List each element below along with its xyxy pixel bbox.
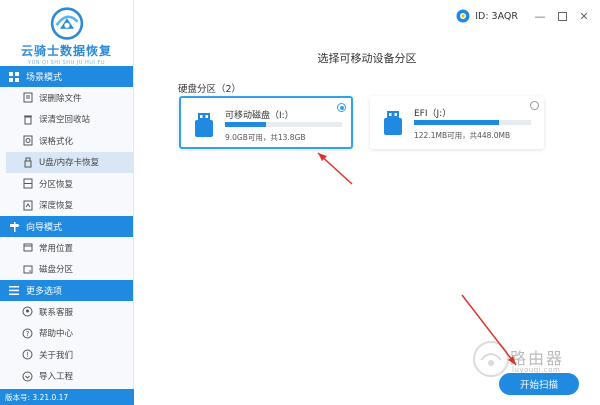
minimize-icon[interactable]: — [534,10,546,23]
sidebar-item-common-locations[interactable]: 常用位置 [0,237,133,259]
start-scan-button[interactable]: 开始扫描 [499,373,579,395]
sidebar-item-recycle-bin[interactable]: 误清空回收站 [0,109,133,131]
sidebar-item-partition-recovery[interactable]: 分区恢复 [0,173,133,195]
section-header-wizard: 向导模式 [0,216,133,237]
section-title: 向导模式 [26,223,63,233]
partition-usage-fill [414,120,500,125]
partition-name: EFI（J:） [414,109,452,119]
sidebar: 云骑士数据恢复 YUN QI SHI SHU JU HUI FU 场景模式 误删… [0,0,134,405]
user-id[interactable]: ID: 3AQR [456,9,518,23]
partition-usage-bar [225,122,342,127]
sidebar-item-label: 误删除文件 [39,93,82,104]
signpost-icon [8,221,20,233]
app-name-sub: YUN QI SHI SHU JU HUI FU [28,60,105,66]
app-name: 云骑士数据恢复 [20,44,112,58]
partition-radio[interactable] [337,103,346,112]
sidebar-item-label: 常用位置 [39,243,74,254]
menu-icon [8,285,20,297]
location-icon [22,242,33,253]
sidebar-item-label: 导入工程 [39,372,74,383]
partition-group-label: 硬盘分区（2） [178,84,242,95]
logo-mark-icon [50,7,83,40]
recycle-bin-icon [22,114,33,125]
support-icon [22,306,33,317]
partition-card-removable[interactable]: 可移动磁盘（I:） 9.0GB可用，共13.8GB [179,96,353,149]
app-logo: 云骑士数据恢复 YUN QI SHI SHU JU HUI FU [0,0,133,66]
close-icon[interactable]: ✕ [578,10,590,23]
grid-icon [8,71,20,83]
sidebar-item-help-center[interactable]: ? 帮助中心 [0,323,133,345]
title-bar: ID: 3AQR — ✕ [134,0,600,32]
usb-drive-icon [195,113,213,137]
sidebar-item-deep-recovery[interactable]: 深度恢复 [0,195,133,217]
partition-usage-fill [225,122,266,127]
user-id-text: ID: 3AQR [475,10,518,22]
section-header-scene: 场景模式 [0,66,133,87]
maximize-icon[interactable] [556,10,568,22]
sidebar-item-deleted-files[interactable]: 误删除文件 [0,87,133,109]
sidebar-item-usb-recovery[interactable]: U盘/内存卡恢复 [6,151,133,173]
info-icon: ! [22,349,33,360]
svg-text:!: ! [26,351,29,359]
partition-card-efi[interactable]: EFI（J:） 122.1MB可用，共448.0MB [370,96,544,149]
format-icon [22,135,33,146]
partition-capacity: 122.1MB可用，共448.0MB [414,131,511,140]
help-icon: ? [22,328,33,339]
sidebar-item-about-us[interactable]: ! 关于我们 [0,344,133,366]
sidebar-item-label: 磁盘分区 [39,265,74,276]
sidebar-item-label: 误格式化 [39,136,74,147]
svg-text:?: ? [26,330,30,338]
section-title: 更多选项 [26,287,63,297]
delete-file-icon [22,92,33,103]
sidebar-item-contact-support[interactable]: 联系客服 [0,301,133,323]
page-title: 选择可移动设备分区 [317,52,417,65]
partition-capacity: 9.0GB可用，共13.8GB [225,133,306,142]
user-avatar-icon [456,9,470,23]
partition-icon [22,178,33,189]
sidebar-item-label: 联系客服 [39,307,74,318]
sidebar-item-label: 误清空回收站 [39,115,91,126]
sidebar-item-label: 深度恢复 [39,201,74,212]
sidebar-item-label: 帮助中心 [39,329,74,340]
section-title: 场景模式 [26,73,63,83]
deep-scan-icon [22,200,33,211]
sidebar-item-format[interactable]: 误格式化 [0,130,133,152]
partition-name: 可移动磁盘（I:） [225,111,294,121]
sidebar-item-label: 分区恢复 [39,179,74,190]
version-label: 版本号: 3.21.0.17 [0,389,134,405]
sidebar-item-label: 关于我们 [39,350,74,361]
sidebar-item-import-project[interactable]: 导入工程 [0,366,133,388]
partition-usage-bar [414,120,531,125]
section-header-more: 更多选项 [0,280,133,301]
partition-radio[interactable] [530,101,539,110]
arrow-to-card-icon [317,152,353,185]
import-icon [22,371,33,382]
sidebar-item-disk-partition[interactable]: 磁盘分区 [0,259,133,281]
disk-icon [22,264,33,275]
usb-drive-icon [384,111,402,135]
sidebar-item-label: U盘/内存卡恢复 [39,158,100,169]
usb-icon [22,157,33,168]
